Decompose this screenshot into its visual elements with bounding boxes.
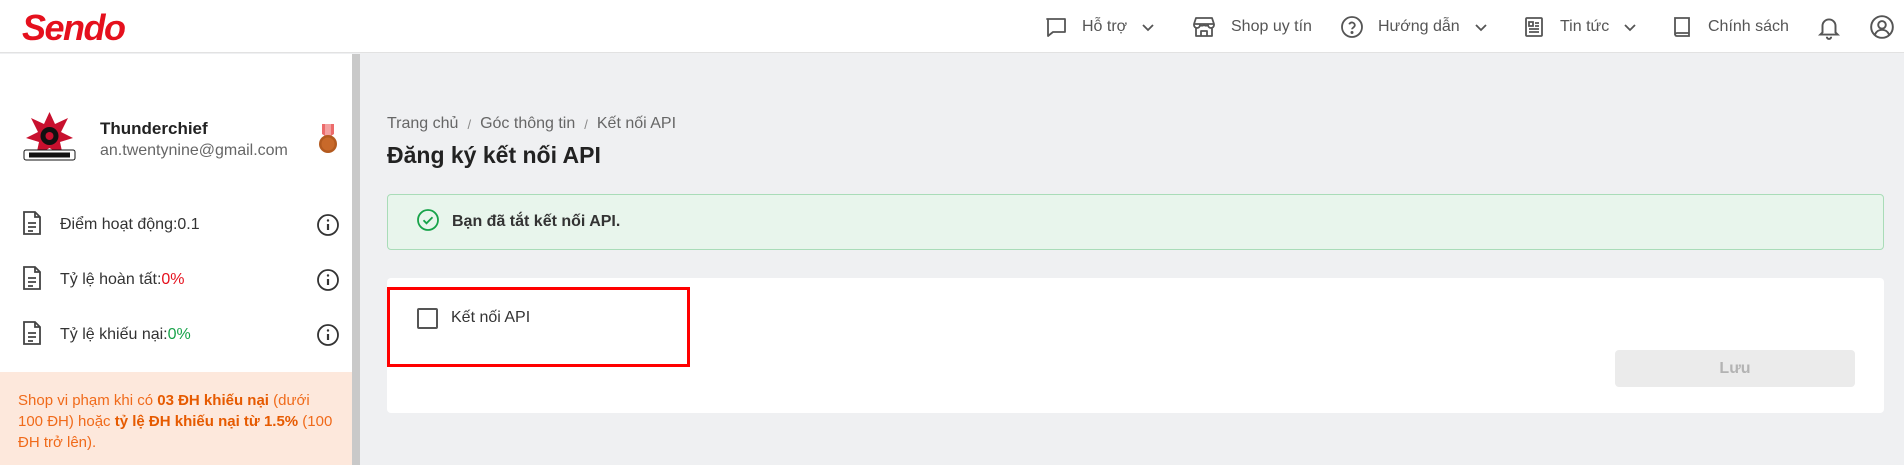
info-icon[interactable]: [316, 213, 340, 242]
medal-icon: [318, 124, 338, 159]
stat-value: 0%: [161, 271, 185, 288]
breadcrumb-current: Kết nối API: [596, 115, 677, 132]
stat-label: Tỷ lệ hoàn tất:: [60, 271, 162, 288]
chevron-down-icon: [1141, 20, 1155, 34]
nav-guide[interactable]: Hướng dẫn: [1340, 0, 1488, 53]
nav-policy-label: Chính sách: [1708, 17, 1789, 35]
chevron-down-icon: [1474, 20, 1488, 34]
status-alert: Bạn đã tắt kết nối API.: [387, 194, 1884, 250]
sendo-logo[interactable]: Sendo: [22, 7, 126, 49]
help-circle-icon: [1340, 15, 1364, 39]
stat-activity-score: Điểm hoạt động: 0.1: [20, 210, 340, 240]
breadcrumb-info-corner[interactable]: Góc thông tin: [480, 115, 575, 133]
info-icon[interactable]: [316, 268, 340, 297]
breadcrumb: Trang chủ / Góc thông tin / Kết nối API: [387, 115, 677, 133]
user-circle-icon[interactable]: [1869, 14, 1895, 45]
alert-text: Bạn đã tắt kết nối API.: [452, 213, 621, 230]
document-icon: [20, 265, 44, 296]
store-icon: [1191, 15, 1217, 39]
stat-label: Điểm hoạt động:: [60, 216, 178, 233]
info-icon[interactable]: [316, 323, 340, 352]
stat-label: Tỷ lệ khiếu nại:: [60, 326, 168, 343]
book-icon: [1670, 15, 1694, 39]
shop-email: an.twentynine@gmail.com: [100, 142, 288, 159]
newspaper-icon: [1522, 15, 1546, 39]
breadcrumb-home[interactable]: Trang chủ: [387, 115, 458, 133]
nav-trusted-shop[interactable]: Shop uy tín: [1191, 0, 1312, 53]
violation-warning: Shop vi phạm khi có 03 ĐH khiếu nại (dướ…: [0, 372, 352, 465]
nav-guide-label: Hướng dẫn: [1378, 17, 1460, 35]
nav-support-label: Hỗ trợ: [1082, 17, 1128, 35]
shop-avatar[interactable]: [18, 106, 81, 169]
document-icon: [20, 210, 44, 241]
nav-trusted-shop-label: Shop uy tín: [1231, 17, 1312, 35]
document-icon: [20, 320, 44, 351]
chat-icon: [1044, 15, 1068, 39]
bell-icon[interactable]: [1816, 14, 1842, 45]
stat-complaint-rate: Tỷ lệ khiếu nại: 0%: [20, 320, 340, 350]
stat-value: 0.1: [177, 216, 200, 233]
stat-value: 0%: [167, 326, 191, 343]
top-navigation-bar: Sendo Hỗ trợ Shop uy tín Hướng dẫn Tin t…: [0, 0, 1904, 53]
nav-news-label: Tin tức: [1560, 17, 1610, 35]
check-circle-icon: [416, 208, 440, 237]
sidebar-scrollbar[interactable]: [352, 54, 360, 465]
shop-name: Thunderchief: [100, 119, 208, 138]
stat-completion-rate: Tỷ lệ hoàn tất: 0%: [20, 265, 340, 295]
nav-policy[interactable]: Chính sách: [1670, 0, 1789, 53]
save-button[interactable]: Lưu: [1615, 350, 1855, 387]
page-title: Đăng ký kết nối API: [387, 142, 601, 168]
nav-news[interactable]: Tin tức: [1522, 0, 1637, 53]
chevron-down-icon: [1623, 20, 1637, 34]
nav-support[interactable]: Hỗ trợ: [1044, 0, 1155, 53]
highlight-annotation: [387, 287, 690, 367]
